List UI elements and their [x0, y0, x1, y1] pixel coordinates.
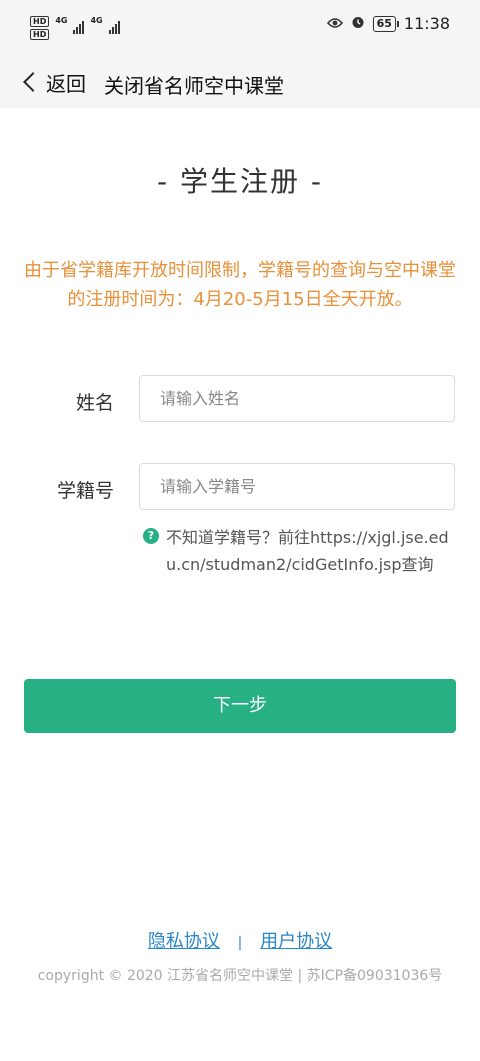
status-right: 65 11:38: [326, 14, 450, 33]
copyright-text: copyright © 2020 江苏省名师空中课堂 | 苏ICP备090310…: [37, 968, 443, 984]
next-step-button[interactable]: 下一步: [24, 679, 456, 733]
student-id-input[interactable]: [139, 463, 455, 510]
name-input[interactable]: [139, 375, 455, 422]
hd-icon: HD: [30, 16, 50, 27]
navigation-bar: 返回 关闭省名师空中课堂: [0, 56, 480, 108]
signal-icon: [108, 16, 120, 34]
link-separator: |: [237, 935, 243, 951]
student-id-lookup-hint[interactable]: 不知道学籍号？前往https://xjgl.jse.edu.cn/studman…: [166, 524, 458, 578]
chevron-left-icon: [23, 72, 43, 92]
footer-links: 隐私协议 | 用户协议: [0, 927, 480, 953]
user-agreement-link[interactable]: 用户协议: [260, 931, 332, 952]
signal-indicators: HD HD 4G 4G: [30, 16, 120, 40]
signal-icon: [73, 16, 85, 34]
back-button[interactable]: 返回: [20, 64, 86, 100]
registration-notice: 由于省学籍库开放时间限制，学籍号的查询与空中课堂的注册时间为：4月20-5月15…: [24, 260, 456, 310]
clock-time: 11:38: [403, 14, 450, 33]
battery-icon: 65: [372, 15, 400, 32]
page-title: - 学生注册 -: [156, 165, 323, 198]
network-type: 4G: [55, 16, 68, 25]
name-label: 姓名: [75, 392, 114, 414]
hd-icon: HD: [30, 29, 50, 40]
status-bar: HD HD 4G 4G 65 11:38: [0, 0, 480, 56]
alarm-icon: [351, 14, 365, 33]
network-type: 4G: [90, 16, 103, 25]
privacy-policy-link[interactable]: 隐私协议: [148, 931, 220, 952]
student-id-label: 学籍号: [56, 480, 114, 502]
help-icon: ?: [143, 528, 159, 544]
close-button[interactable]: 关闭省名师空中课堂: [104, 70, 284, 99]
hd-badges: HD HD: [30, 16, 50, 40]
eye-icon: [326, 14, 343, 33]
back-label: 返回: [46, 71, 86, 96]
